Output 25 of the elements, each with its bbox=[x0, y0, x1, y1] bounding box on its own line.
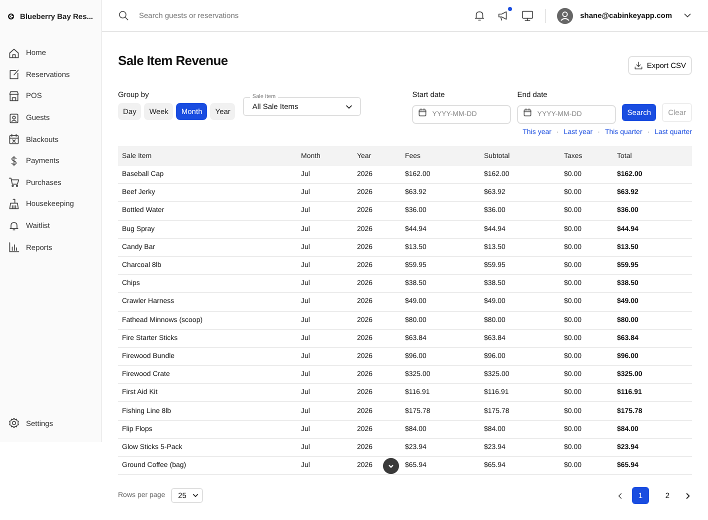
bell-icon[interactable] bbox=[473, 9, 486, 22]
chevron-down-icon[interactable] bbox=[683, 11, 692, 20]
calendar-icon bbox=[418, 108, 428, 117]
settings-icon bbox=[8, 417, 20, 430]
avatar-icon[interactable] bbox=[557, 8, 574, 24]
page-title: Sale Item Revenue bbox=[118, 53, 228, 68]
nav-icon bbox=[8, 176, 20, 188]
calendar-icon bbox=[523, 108, 532, 117]
nav-icon bbox=[8, 90, 20, 102]
next-page-icon[interactable] bbox=[684, 492, 692, 500]
previous-page-icon[interactable] bbox=[616, 492, 624, 500]
nav-icon bbox=[8, 241, 20, 254]
download-icon bbox=[634, 61, 643, 70]
chevron-down-icon bbox=[387, 462, 395, 470]
chevron-down-icon bbox=[192, 492, 200, 500]
nav-icon bbox=[8, 133, 20, 146]
nav-icon bbox=[8, 46, 20, 59]
nav-icon bbox=[8, 112, 20, 124]
chevron-down-icon bbox=[345, 102, 354, 110]
search-icon bbox=[118, 10, 129, 21]
nav-icon bbox=[8, 198, 20, 210]
monitor-icon[interactable] bbox=[521, 9, 534, 22]
nav-icon bbox=[8, 220, 20, 232]
nav-icon bbox=[8, 68, 20, 80]
scroll-down-button[interactable] bbox=[383, 458, 399, 474]
